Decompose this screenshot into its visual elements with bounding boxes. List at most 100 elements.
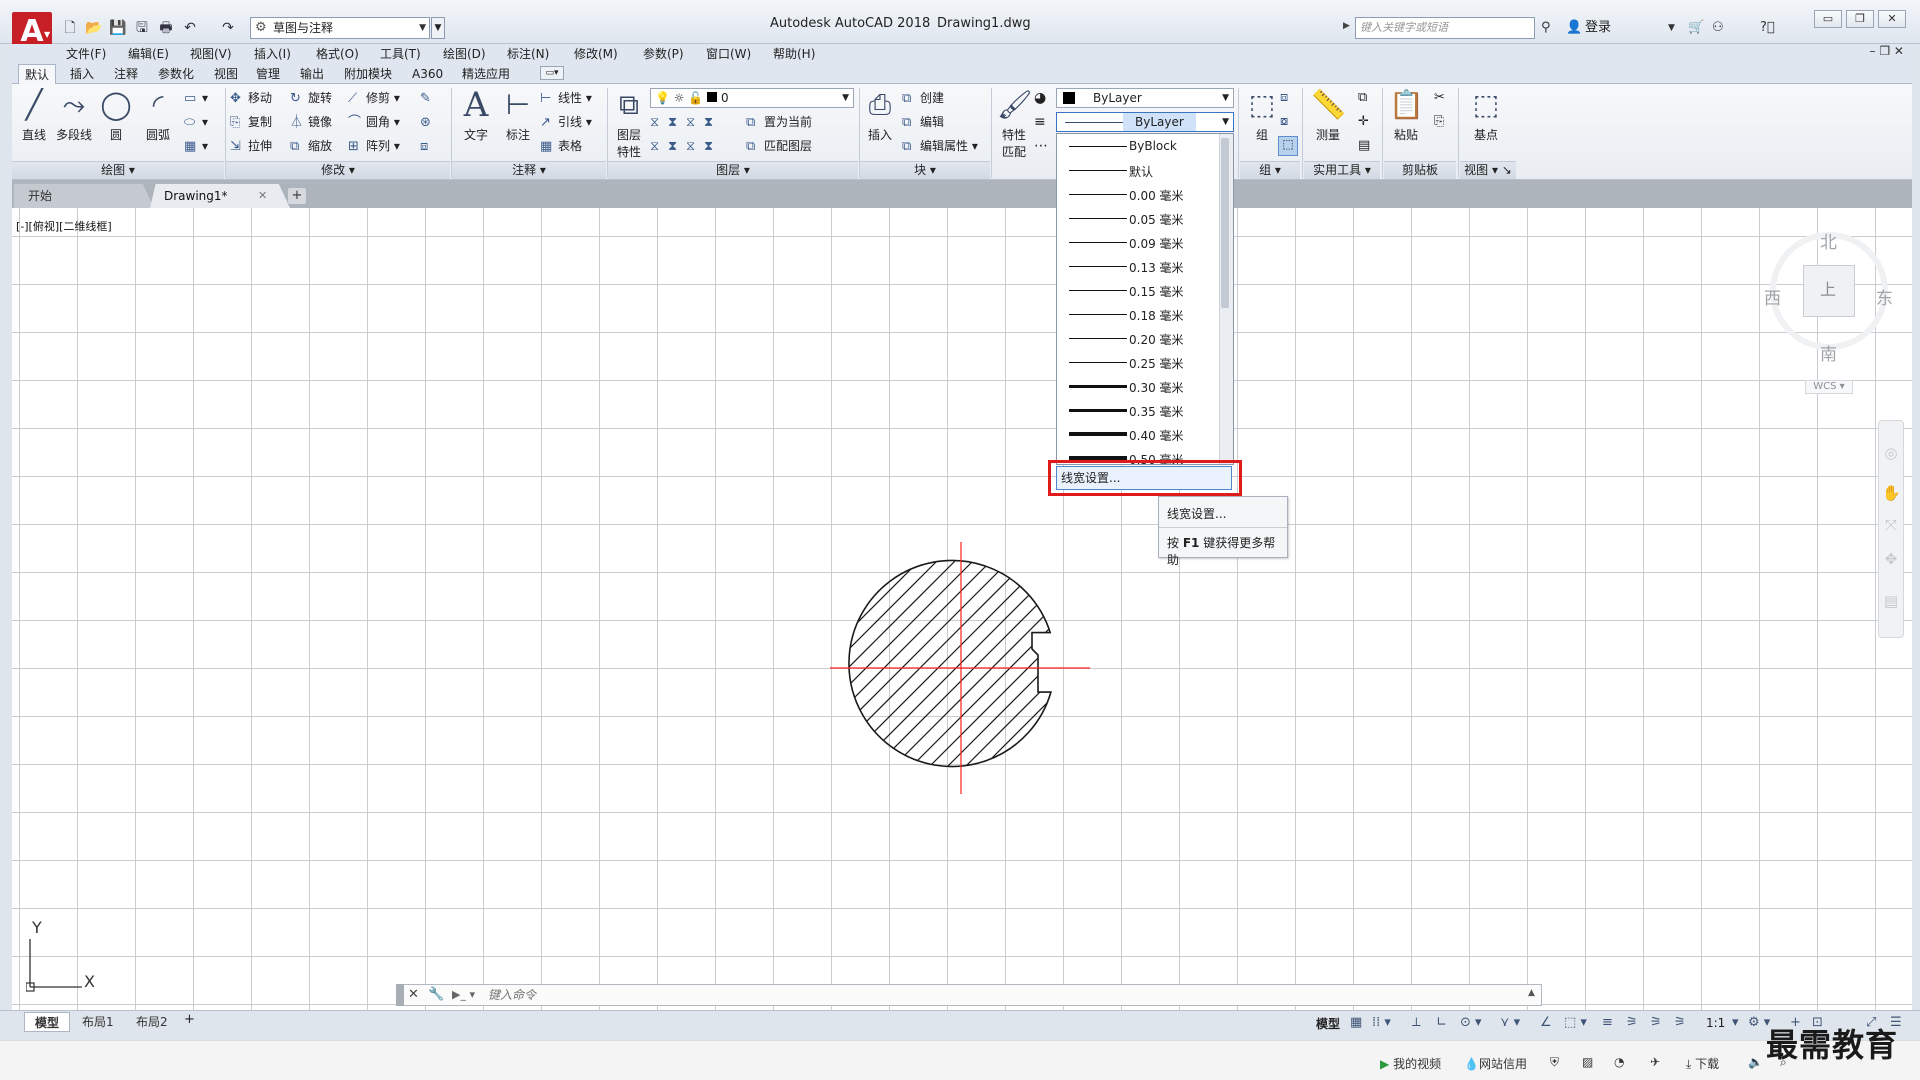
search-input[interactable]: 键入关键字或短语 xyxy=(1355,17,1535,39)
binoculars-icon[interactable]: ⚲ xyxy=(1541,17,1551,39)
command-input[interactable] xyxy=(488,986,1288,1004)
set-current-layer-tool[interactable]: ⧉ 置为当前 xyxy=(746,112,812,132)
command-prompt-icon[interactable]: ▶_ ▾ xyxy=(452,984,475,1006)
layout1-tab[interactable]: 布局1 xyxy=(72,1012,124,1032)
lineweight-option[interactable]: 0.05 毫米 xyxy=(1057,206,1221,230)
mirror-tool[interactable]: ⏃ 镜像 xyxy=(290,112,332,132)
point-icon[interactable]: ✛ xyxy=(1358,114,1369,129)
menu-tools[interactable]: 工具(T) xyxy=(380,44,421,64)
shield-icon[interactable]: ⛨ xyxy=(1550,1055,1559,1070)
qat-customize-button[interactable]: ▼ xyxy=(431,17,445,39)
lineweight-option[interactable]: 0.25 毫米 xyxy=(1057,350,1221,374)
drawing1-tab[interactable]: Drawing1* xyxy=(150,184,290,208)
lineweight-option[interactable]: 0.20 毫米 xyxy=(1057,326,1221,350)
open-file-icon[interactable]: 📂 xyxy=(84,18,104,38)
command-line-grip[interactable] xyxy=(396,984,404,1006)
save-icon[interactable]: 💾 xyxy=(108,18,128,38)
minimize-button[interactable]: ▭ xyxy=(1814,10,1842,28)
tab-annotate[interactable]: 注释 xyxy=(108,64,144,84)
lineweight-option[interactable]: 0.13 毫米 xyxy=(1057,254,1221,278)
tab-view[interactable]: 视图 xyxy=(208,64,244,84)
menu-insert[interactable]: 插入(I) xyxy=(254,44,291,64)
lineweight-icon[interactable]: ≡ xyxy=(1034,114,1046,130)
fillet-tool[interactable]: ⌒ 圆角 ▾ xyxy=(348,112,400,132)
match-properties-tool[interactable]: 🖌 特性 匹配 xyxy=(992,88,1036,160)
a360-icon[interactable]: ⚇ xyxy=(1712,17,1724,39)
lineweight-option[interactable]: 0.00 毫米 xyxy=(1057,182,1221,206)
lineweight-option[interactable]: ByBlock xyxy=(1057,134,1221,158)
utilities-panel-title[interactable]: 实用工具 ▾ xyxy=(1304,161,1380,179)
lineweight-option[interactable]: 默认 xyxy=(1057,158,1221,182)
close-icon[interactable]: ✕ xyxy=(408,984,419,1006)
site-credit-link[interactable]: 💧网站信用 xyxy=(1464,1055,1527,1072)
lineweight-option[interactable]: 0.35 毫米 xyxy=(1057,398,1221,422)
groups-panel-title[interactable]: 组 ▾ xyxy=(1240,161,1300,179)
clipboard-panel-title[interactable]: 剪贴板 xyxy=(1384,161,1456,179)
image-icon[interactable]: ▨ xyxy=(1582,1055,1593,1069)
object-snap-tracking-icon[interactable]: ∠ xyxy=(1540,1013,1552,1033)
zoom-extents-icon[interactable]: ⤧ xyxy=(1882,516,1900,534)
modify-panel-title[interactable]: 修改 ▾ xyxy=(226,161,450,179)
grid-icon[interactable]: ▦ xyxy=(1350,1013,1362,1033)
scrollbar-thumb[interactable] xyxy=(1221,138,1229,308)
layer-dropdown[interactable]: 💡 ☼ 🔓 0 ▼ xyxy=(650,88,854,108)
tab-output[interactable]: 输出 xyxy=(294,64,330,84)
plane-icon[interactable]: ✈ xyxy=(1650,1055,1660,1069)
tab-close-icon[interactable]: ✕ xyxy=(258,184,267,208)
lineweight-option[interactable]: 0.09 毫米 xyxy=(1057,230,1221,254)
menu-parametric[interactable]: 参数(P) xyxy=(643,44,684,64)
table-tool[interactable]: ▦ 表格 xyxy=(540,136,582,156)
copy-tool[interactable]: ⎘ 复制 xyxy=(230,112,272,132)
view-panel-title[interactable]: 视图 ▾ ↘ xyxy=(1460,161,1516,179)
model-layout-tab[interactable]: 模型 xyxy=(24,1012,71,1032)
shaft-section-drawing[interactable] xyxy=(820,536,1100,796)
menu-format[interactable]: 格式(O) xyxy=(316,44,359,64)
block-panel-title[interactable]: 块 ▾ xyxy=(860,161,990,179)
dynamic-input-icon[interactable]: ⟂ xyxy=(1412,1013,1421,1033)
layers-panel-title[interactable]: 图层 ▾ xyxy=(608,161,858,179)
menu-dimension[interactable]: 标注(N) xyxy=(507,44,549,64)
move-tool[interactable]: ✥ 移动 xyxy=(230,88,272,108)
calculator-icon[interactable]: ▤ xyxy=(1358,138,1370,153)
new-tab-button[interactable]: + xyxy=(288,188,306,204)
menu-modify[interactable]: 修改(M) xyxy=(574,44,618,64)
steering-wheel-icon[interactable]: ◎ xyxy=(1882,444,1900,462)
circle-tool[interactable]: ◯ 圆 xyxy=(94,88,138,143)
group-select-toggle[interactable]: ⬚ xyxy=(1278,136,1298,156)
menu-draw[interactable]: 绘图(D) xyxy=(443,44,486,64)
linetype-icon[interactable]: ⋯ xyxy=(1034,138,1048,154)
save-as-icon[interactable]: 🖫 xyxy=(132,18,152,38)
create-block-tool[interactable]: ⧉ 创建 xyxy=(902,88,944,108)
ortho-icon[interactable]: ∟ xyxy=(1436,1013,1447,1033)
my-video-link[interactable]: ▶ 我的视频 xyxy=(1380,1055,1441,1072)
ribbon-minimize-button[interactable]: ▭▾ xyxy=(540,66,564,80)
hatch-tool[interactable]: ⬭ ▾ xyxy=(184,112,208,132)
compass-north[interactable]: 北 xyxy=(1820,228,1837,253)
tab-home[interactable]: 默认 xyxy=(18,64,57,85)
add-layout-button[interactable]: + xyxy=(184,1012,195,1027)
menu-help[interactable]: 帮助(H) xyxy=(773,44,815,64)
wcs-menu-button[interactable]: WCS ▾ xyxy=(1805,380,1853,394)
showmotion-icon[interactable]: ▤ xyxy=(1882,592,1900,610)
measure-tool[interactable]: 📏 测量 xyxy=(1306,88,1350,143)
copy-clip-icon[interactable]: ⎘ xyxy=(1434,114,1444,129)
speaker-icon[interactable]: 🔈 xyxy=(1748,1055,1763,1069)
command-history-toggle[interactable]: ▲ xyxy=(1528,988,1535,998)
arc-tool[interactable]: ◜ 圆弧 xyxy=(136,88,180,143)
menu-file[interactable]: 文件(F) xyxy=(66,44,106,64)
isometric-icon[interactable]: ⋎ ▾ xyxy=(1500,1013,1520,1033)
annotation-visibility-icon[interactable]: ⚞ xyxy=(1626,1013,1638,1033)
orbit-icon[interactable]: ✥ xyxy=(1882,550,1900,568)
erase-tool[interactable]: ✎ xyxy=(420,88,438,108)
print-icon[interactable]: 🖶 xyxy=(156,18,176,38)
paste-tool[interactable]: 📋 粘贴 xyxy=(1384,88,1428,143)
viewcube-top-face[interactable]: 上 xyxy=(1820,276,1836,300)
tab-parametric[interactable]: 参数化 xyxy=(152,64,200,84)
lineweight-dropdown[interactable]: ByLayer ▼ xyxy=(1056,112,1234,132)
dimension-tool[interactable]: ⊢ 标注 xyxy=(496,88,540,143)
layout2-tab[interactable]: 布局2 xyxy=(126,1012,178,1032)
tab-featured-apps[interactable]: 精选应用 xyxy=(456,64,516,84)
restore-button[interactable]: ❐ xyxy=(1846,10,1874,28)
annotation-scale-value[interactable]: 1:1 xyxy=(1706,1013,1725,1033)
object-snap-icon[interactable]: ⬚ ▾ xyxy=(1564,1013,1587,1033)
